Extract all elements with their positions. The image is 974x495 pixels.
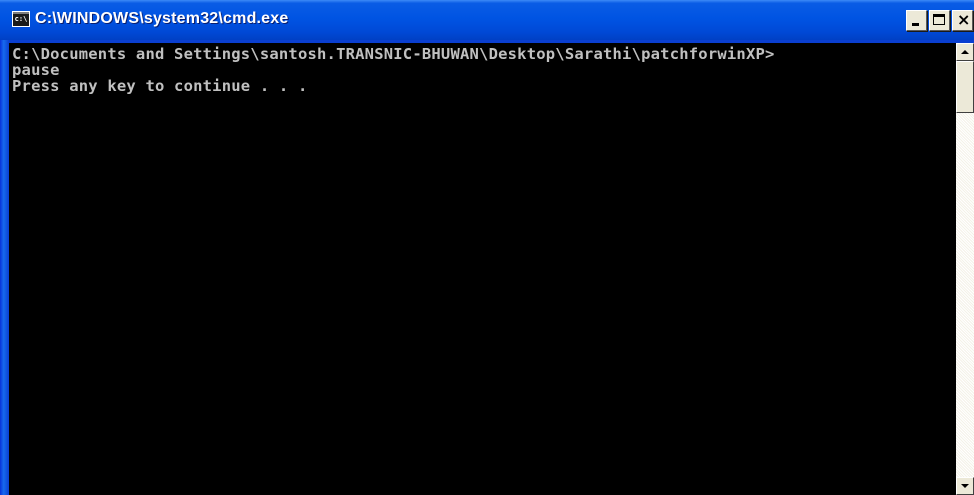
title-bar[interactable]: c:\ C:\WINDOWS\system32\cmd.exe × (0, 0, 974, 40)
cmd-icon[interactable]: c:\ (12, 11, 30, 27)
minimize-icon (912, 23, 919, 26)
minimize-button[interactable] (906, 10, 927, 31)
close-button[interactable]: × (952, 10, 973, 31)
console-line-message: Press any key to continue . . . (12, 77, 308, 95)
console-line-prompt: C:\Documents and Settings\santosh.TRANSN… (12, 45, 775, 63)
console-output[interactable]: C:\Documents and Settings\santosh.TRANSN… (9, 43, 956, 495)
scroll-up-arrow-icon (961, 50, 969, 54)
window-title: C:\WINDOWS\system32\cmd.exe (35, 10, 289, 27)
cmd-window: c:\ C:\WINDOWS\system32\cmd.exe × C:\Doc… (0, 0, 974, 495)
maximize-button[interactable] (929, 10, 950, 31)
close-icon: × (957, 10, 971, 29)
scroll-up-button[interactable] (956, 43, 974, 61)
maximize-icon (933, 14, 945, 25)
scroll-down-button[interactable] (956, 477, 974, 495)
window-frame-left (0, 40, 9, 495)
console-line-command: pause (12, 61, 60, 79)
scrollbar-thumb[interactable] (956, 61, 974, 113)
scroll-down-arrow-icon (961, 484, 969, 488)
vertical-scrollbar[interactable] (956, 43, 974, 495)
